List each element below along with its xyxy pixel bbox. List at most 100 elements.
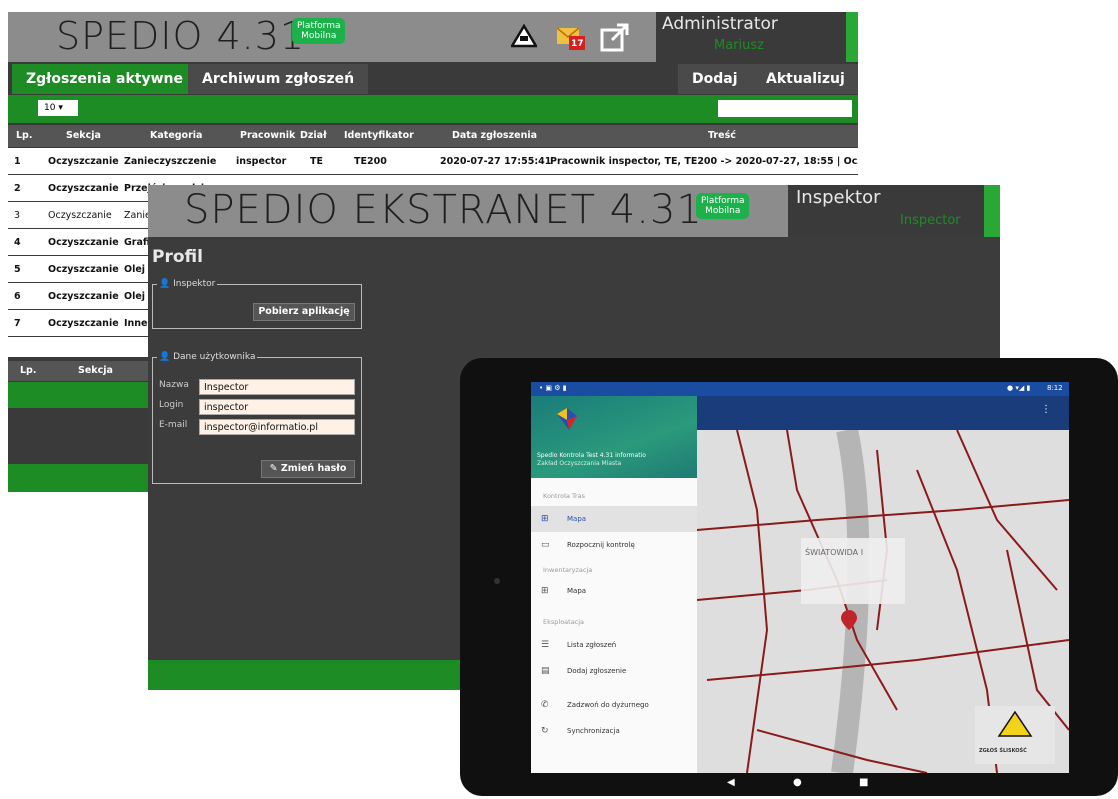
drawer-item-mapa[interactable]: ⊞ Mapa — [531, 506, 697, 532]
user-strip — [984, 185, 1000, 237]
download-app-button[interactable]: Pobierz aplikację — [253, 303, 355, 321]
email-label: E-mail — [159, 420, 188, 430]
map-routes — [697, 430, 1069, 773]
cell-lp: 1 — [14, 156, 21, 167]
foot-col-lp: Lp. — [20, 365, 37, 376]
drawer-item-label: Mapa — [567, 515, 587, 523]
report-slippery-label[interactable]: ZGŁOŚ ŚLISKOŚĆ — [979, 748, 1027, 754]
drawer-item-sync[interactable]: ↻ Synchronizacja — [531, 718, 697, 744]
map-view[interactable]: ŚWIATOWIDA I ZGŁOŚ ŚLISKOŚĆ — [697, 430, 1069, 773]
list-icon: ☰ — [541, 640, 550, 650]
external-link-icon[interactable] — [600, 22, 630, 52]
document-icon: ▤ — [541, 666, 550, 676]
add-button[interactable]: Dodaj — [678, 64, 752, 94]
cell-lp: 3 — [14, 210, 21, 221]
tablet-device: • ▣ ⚙ ▮ ● ▾◢ ▮ 8:12 ⋮ ŚWIATOWIDA I ZGŁOŚ… — [460, 358, 1118, 796]
user-strip — [846, 12, 858, 62]
foot-col-sekcja: Sekcja — [78, 365, 113, 376]
user-name: Inspektor — [796, 187, 881, 208]
sync-icon: ↻ — [541, 726, 549, 736]
admin-header: SPEDIO 4.31 Platforma Mobilna 17 Adminis… — [8, 12, 858, 62]
cell-sekcja: Oczyszczanie — [48, 237, 119, 248]
email-field[interactable]: inspector@informatio.pl — [199, 419, 355, 435]
inspector-fieldset: 👤 Inspektor Pobierz aplikację — [152, 279, 362, 329]
section-eksploatacja: Eksploatacja — [543, 618, 585, 626]
cell-lp: 2 — [14, 183, 21, 194]
name-field[interactable]: Inspector — [199, 379, 355, 395]
drawer-item-label: Mapa — [567, 587, 587, 595]
name-label: Nazwa — [159, 380, 189, 390]
cell-lp: 5 — [14, 264, 21, 275]
home-nav-icon[interactable]: ● — [793, 777, 802, 788]
drawer-app-title: Spedio Kontrola Test 4.31 informatio — [537, 452, 646, 459]
login-label: Login — [159, 400, 184, 410]
drawer-item-label: Synchronizacja — [567, 727, 620, 735]
login-field[interactable]: inspector — [199, 399, 355, 415]
tab-bar: Zgłoszenia aktywne Archiwum zgłoszeń Dod… — [8, 62, 858, 94]
badge-line1: Platforma — [701, 196, 745, 206]
section-kontrola: Kontrola Tras — [543, 492, 586, 500]
user-data-legend-text: Dane użytkownika — [173, 352, 256, 362]
overflow-menu-icon[interactable]: ⋮ — [1041, 404, 1051, 415]
cell-sekcja: Oczyszczanie — [48, 291, 119, 302]
search-input[interactable] — [718, 100, 852, 117]
col-lp[interactable]: Lp. — [16, 130, 32, 141]
cell-dzial: TE — [310, 156, 323, 167]
cell-sekcja: Oczyszczanie — [48, 183, 119, 194]
map-icon: ⊞ — [541, 586, 549, 596]
chevron-down-icon: ▾ — [55, 103, 63, 113]
platform-badge[interactable]: Platforma Mobilna — [292, 18, 346, 44]
edit-icon: ✎ — [269, 463, 281, 474]
status-bar: • ▣ ⚙ ▮ ● ▾◢ ▮ 8:12 — [531, 382, 1069, 396]
drawer-header: Spedio Kontrola Test 4.31 informatio Zak… — [531, 396, 697, 478]
drawer-item-label: Zadzwoń do dyżurnego — [567, 701, 649, 709]
page-size-select[interactable]: 10 ▾ — [38, 100, 78, 116]
admin-user-panel[interactable]: Administrator Mariusz — [656, 12, 846, 62]
drawer-item-call[interactable]: ✆ Zadzwoń do dyżurnego — [531, 692, 697, 718]
cell-sekcja: Oczyszczanie — [48, 264, 119, 275]
change-password-button[interactable]: ✎ Zmień hasło — [261, 460, 355, 478]
drawer-item-mapa-inw[interactable]: ⊞ Mapa — [531, 578, 697, 604]
nav-drawer: Spedio Kontrola Test 4.31 informatio Zak… — [531, 396, 697, 773]
table-controls: 10 ▾ — [8, 95, 858, 123]
android-nav-bar: ◀ ● ■ — [531, 773, 1069, 796]
map-icon: ⊞ — [541, 514, 549, 524]
inspector-user-panel[interactable]: Inspektor Inspector — [788, 185, 984, 237]
col-pracownik[interactable]: Pracownik — [240, 130, 295, 141]
user-data-fieldset: 👤 Dane użytkownika Nazwa Inspector Login… — [152, 352, 362, 484]
table-row[interactable]: 1 Oczyszczanie Zanieczyszczenie inspecto… — [8, 148, 858, 174]
cell-sekcja: Oczyszczanie — [48, 318, 119, 329]
cell-kategoria: Zanieczyszczenie — [124, 156, 217, 167]
col-sekcja[interactable]: Sekcja — [66, 130, 101, 141]
col-tresc[interactable]: Treść — [708, 130, 736, 141]
drawer-item-report-list[interactable]: ☰ Lista zgłoszeń — [531, 632, 697, 658]
table-header: Lp. Sekcja Kategoria Pracownik Dział Ide… — [8, 125, 858, 147]
platform-badge[interactable]: Platforma Mobilna — [696, 193, 750, 219]
col-identyfikator[interactable]: Identyfikator — [344, 130, 414, 141]
phone-icon: ✆ — [541, 700, 549, 710]
col-kategoria[interactable]: Kategoria — [150, 130, 202, 141]
cell-tresc: Pracownik inspector, TE, TE200 -> 2020-0… — [550, 156, 858, 167]
col-dzial[interactable]: Dział — [300, 130, 327, 141]
back-nav-icon[interactable]: ◀ — [727, 777, 735, 788]
inspector-legend: 👤 Inspektor — [157, 279, 217, 289]
tablet-screen: • ▣ ⚙ ▮ ● ▾◢ ▮ 8:12 ⋮ ŚWIATOWIDA I ZGŁOŚ… — [531, 382, 1069, 773]
recents-nav-icon[interactable]: ■ — [859, 777, 868, 788]
tab-archive[interactable]: Archiwum zgłoszeń — [188, 64, 369, 94]
page-title: Profil — [152, 247, 203, 267]
extranet-header: SPEDIO EKSTRANET 4.31 Platforma Mobilna … — [148, 185, 1000, 237]
status-icons-left: • ▣ ⚙ ▮ — [539, 384, 567, 392]
inspector-legend-text: Inspektor — [173, 279, 216, 289]
tablet-camera — [494, 578, 500, 584]
user-icon: 👤 — [159, 279, 171, 289]
slippery-warning-icon[interactable] — [511, 24, 537, 48]
tab-active-reports[interactable]: Zgłoszenia aktywne — [12, 64, 198, 94]
refresh-button[interactable]: Aktualizuj — [752, 64, 858, 94]
person-icon: 👤 — [159, 352, 171, 362]
drawer-item-start-control[interactable]: ▭ Rozpocznij kontrolę — [531, 532, 697, 558]
col-data[interactable]: Data zgłoszenia — [452, 130, 537, 141]
drawer-item-label: Rozpocznij kontrolę — [567, 541, 635, 549]
drawer-item-add-report[interactable]: ▤ Dodaj zgłoszenie — [531, 658, 697, 684]
mail-count: 17 — [571, 39, 584, 49]
section-inwentaryzacja: Inwentaryzacja — [543, 566, 593, 574]
